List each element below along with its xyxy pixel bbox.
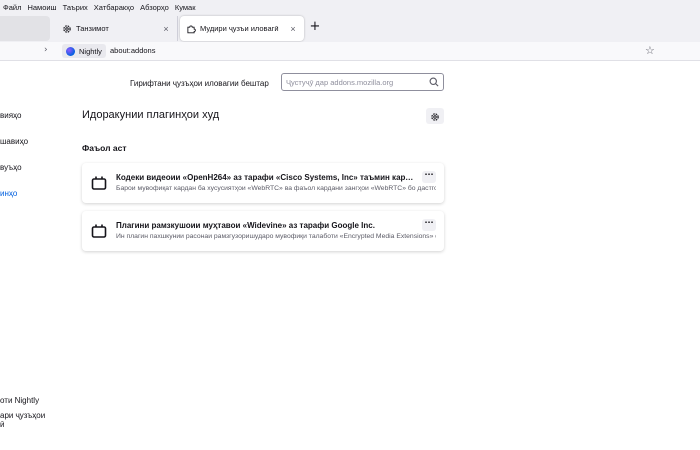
nightly-logo-icon [66, 46, 75, 56]
sidebar-item-addons-support[interactable]: ари ҷузъҳои [0, 411, 45, 420]
section-heading-enabled: Фаъол аст [82, 143, 127, 153]
sidebar-item-plugins[interactable]: инҳо [0, 189, 17, 198]
plugin-title: Кодеки видеоии «OpenH264» аз тарафи «Cis… [116, 173, 414, 182]
plugin-icon [91, 223, 107, 239]
tab-settings-label: Танзимот [76, 24, 109, 33]
menu-view[interactable]: Намоиш [24, 3, 59, 12]
sidebar-item-nightly-settings[interactable]: оти Nightly [0, 396, 39, 405]
sidebar-item-themes[interactable]: вуъҳо [0, 163, 22, 172]
puzzle-icon [186, 24, 196, 34]
identity-label: Nightly [79, 46, 102, 56]
sidebar-item-recommendations[interactable]: вияҳо [0, 111, 22, 120]
tools-gear-button[interactable] [426, 108, 444, 124]
sidebar-item-extensions[interactable]: шавиҳо [0, 137, 28, 146]
plugin-title: Плагини рамзкушоии муҳтавои «Widevine» а… [116, 221, 375, 230]
menu-tools[interactable]: Абзорҳо [137, 3, 172, 12]
tab-blank[interactable] [0, 16, 50, 41]
tab-addons-manager[interactable]: Мудири ҷузъи иловагӣ × [180, 16, 304, 41]
menu-bookmarks[interactable]: Хатбаракҳо [91, 3, 137, 12]
gear-icon [430, 107, 440, 126]
tab-strip: Танзимот × Мудири ҷузъи иловагӣ × + [0, 14, 700, 42]
tab-addons-manager-label: Мудири ҷузъи иловагӣ [200, 24, 279, 33]
addons-page: вияҳо шавиҳо вуъҳо инҳо оти Nightly ари … [0, 61, 700, 450]
sidebar-item-addons-support-cont[interactable]: ӣ [0, 420, 4, 429]
nav-bar: › Nightly about:addons ☆ [0, 42, 700, 61]
page-title: Идоракунии плагинҳои худ [82, 109, 220, 121]
menu-history[interactable]: Таърих [60, 3, 91, 12]
plugin-icon [91, 175, 107, 191]
chevron-right-icon[interactable]: › [44, 45, 48, 55]
tab-addons-manager-close-icon[interactable]: × [288, 24, 298, 34]
menu-help[interactable]: Кумак [172, 3, 199, 12]
search-box[interactable] [281, 73, 444, 91]
plugin-description: Ин плагин пахшкунии расонаи рамзгузоришу… [116, 233, 436, 240]
search-input[interactable] [286, 77, 428, 87]
search-icon[interactable] [428, 76, 440, 88]
search-label: Гирифтани ҷузъҳои иловагии бештар [130, 79, 269, 88]
menu-file[interactable]: Файл [0, 3, 24, 12]
plugin-card-openh264[interactable]: Кодеки видеоии «OpenH264» аз тарафи «Cis… [82, 163, 444, 203]
more-options-button[interactable]: ··· [422, 219, 436, 231]
menu-bar: Файл Намоиш Таърих Хатбаракҳо Абзорҳо Ку… [0, 0, 700, 14]
gear-icon [62, 24, 72, 34]
bookmark-star-icon[interactable]: ☆ [645, 44, 655, 57]
new-tab-button[interactable]: + [308, 20, 322, 36]
more-options-button[interactable]: ··· [422, 171, 436, 183]
tab-settings[interactable]: Танзимот × [56, 16, 178, 41]
identity-box[interactable]: Nightly [62, 44, 106, 58]
plugin-card-widevine[interactable]: Плагини рамзкушоии муҳтавои «Widevine» а… [82, 211, 444, 251]
tab-settings-close-icon[interactable]: × [161, 24, 171, 34]
plugin-description: Барои мувофиқат кардан ба хусусиятҳои «W… [116, 185, 436, 192]
url-bar[interactable]: about:addons [110, 46, 155, 55]
